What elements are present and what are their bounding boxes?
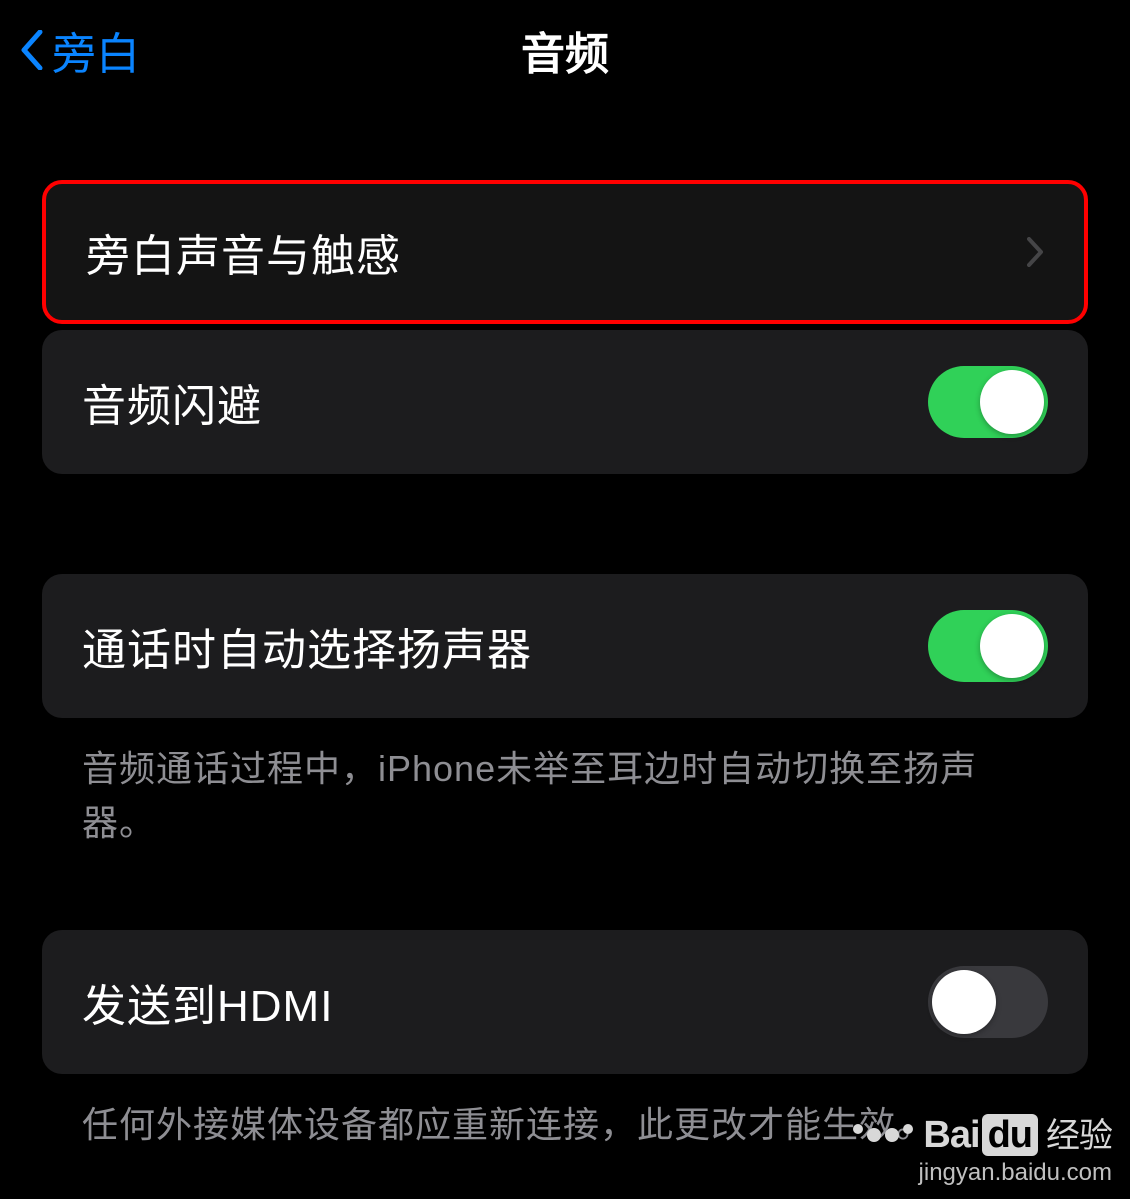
watermark: Baidu经验 jingyan.baidu.com bbox=[853, 1108, 1112, 1187]
cell-group-hdmi: 发送到HDMI bbox=[42, 930, 1088, 1074]
brand-suffix: 经验 bbox=[1046, 1117, 1112, 1155]
cell-voiceover-sound-haptics[interactable]: 旁白声音与触感 bbox=[42, 180, 1088, 324]
watermark-logo: Baidu经验 bbox=[853, 1108, 1112, 1157]
toggle-auto-speaker[interactable] bbox=[928, 610, 1048, 682]
cell-send-hdmi[interactable]: 发送到HDMI bbox=[42, 930, 1088, 1074]
cell-group-speaker: 通话时自动选择扬声器 bbox=[42, 574, 1088, 718]
cell-label: 旁白声音与触感 bbox=[86, 220, 401, 284]
cell-auto-speaker[interactable]: 通话时自动选择扬声器 bbox=[42, 574, 1088, 718]
cell-group-ducking: 音频闪避 bbox=[42, 330, 1088, 474]
cell-label: 发送到HDMI bbox=[82, 970, 333, 1034]
watermark-url: jingyan.baidu.com bbox=[853, 1159, 1112, 1187]
brand-prefix: Bai bbox=[923, 1114, 979, 1156]
nav-header: 旁白 音频 bbox=[0, 0, 1130, 100]
toggle-knob bbox=[980, 370, 1044, 434]
section-auto-speaker: 通话时自动选择扬声器 音频通话过程中，iPhone未举至耳边时自动切换至扬声器。 bbox=[0, 574, 1130, 850]
back-label: 旁白 bbox=[52, 18, 140, 82]
toggle-knob bbox=[932, 970, 996, 1034]
back-button[interactable]: 旁白 bbox=[20, 18, 140, 82]
section-audio-main: 旁白声音与触感 音频闪避 bbox=[0, 180, 1130, 474]
watermark-brand: Baidu经验 bbox=[923, 1108, 1112, 1157]
cell-label: 音频闪避 bbox=[82, 370, 262, 434]
toggle-audio-ducking[interactable] bbox=[928, 366, 1048, 438]
page-title: 音频 bbox=[521, 18, 609, 82]
cell-label: 通话时自动选择扬声器 bbox=[82, 614, 532, 678]
section-footer: 音频通话过程中，iPhone未举至耳边时自动切换至扬声器。 bbox=[42, 718, 1088, 850]
cell-audio-ducking[interactable]: 音频闪避 bbox=[42, 330, 1088, 474]
chevron-right-icon bbox=[1026, 237, 1044, 267]
toggle-knob bbox=[980, 614, 1044, 678]
paw-icon bbox=[853, 1124, 913, 1142]
brand-box: du bbox=[982, 1114, 1038, 1156]
toggle-send-hdmi[interactable] bbox=[928, 966, 1048, 1038]
chevron-left-icon bbox=[20, 30, 44, 70]
